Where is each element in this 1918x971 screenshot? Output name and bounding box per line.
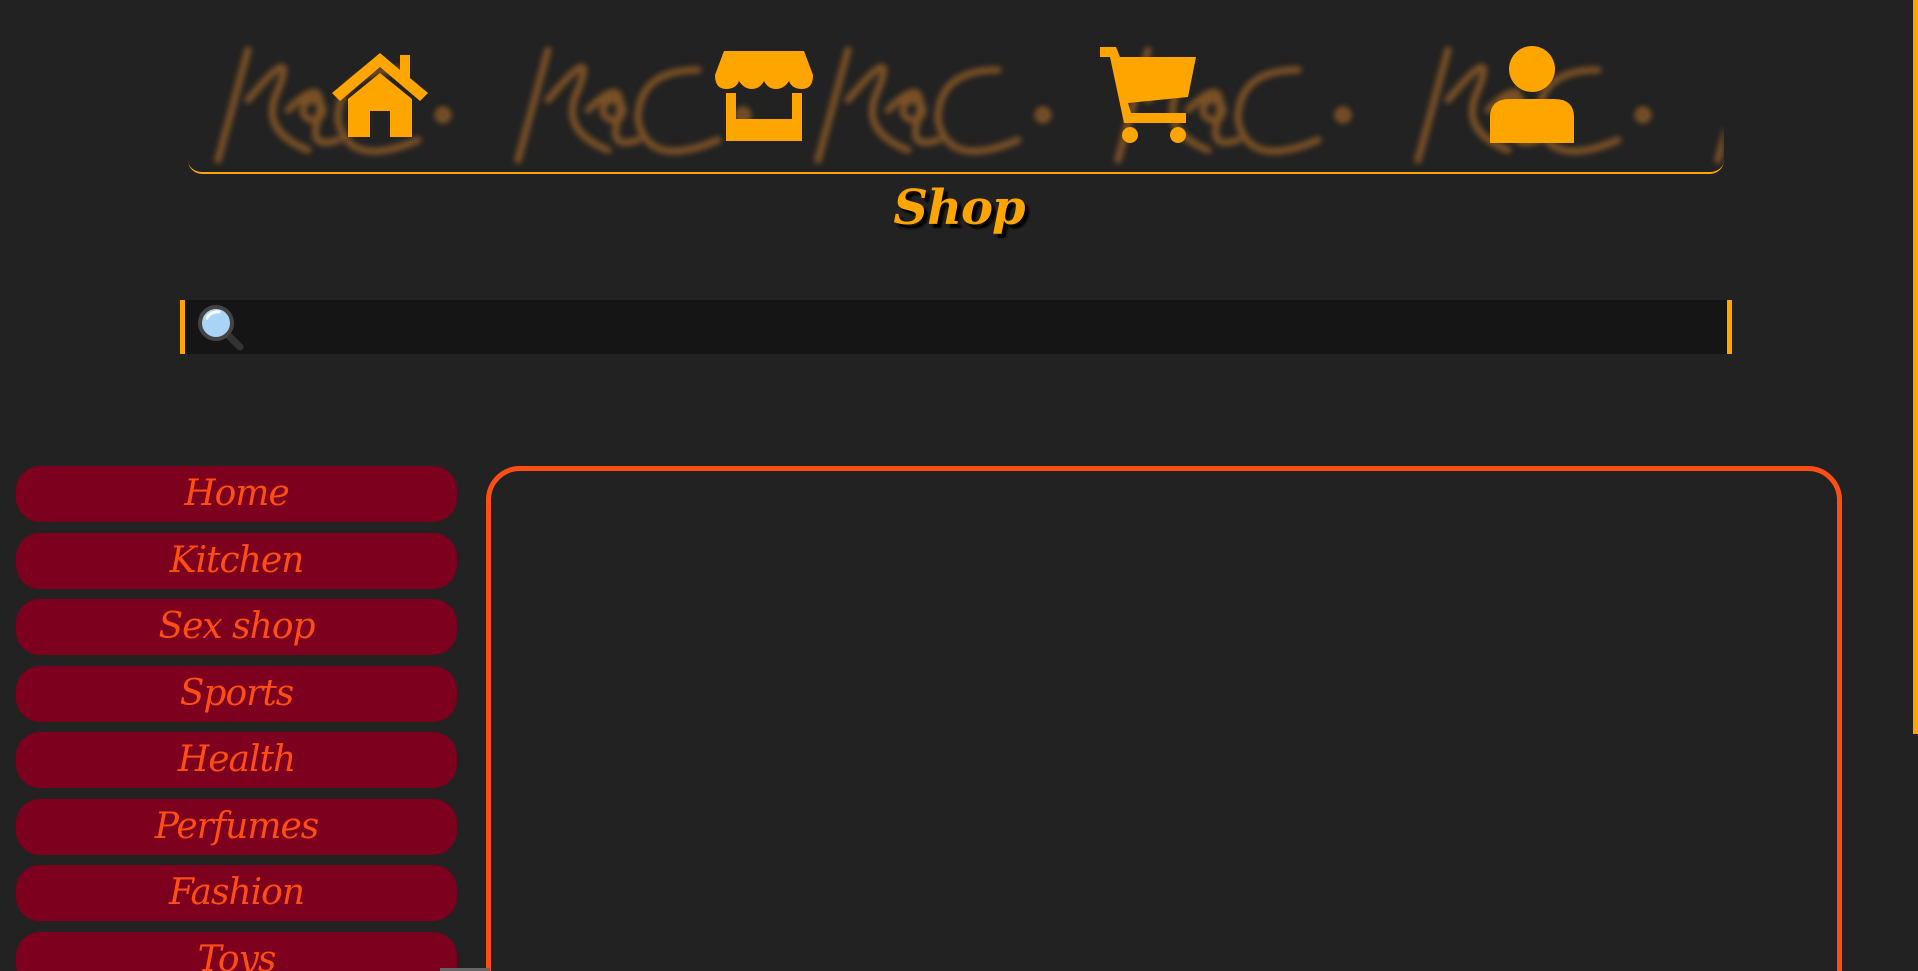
cart-icon[interactable] bbox=[1098, 45, 1198, 145]
category-fashion-button[interactable]: Fashion bbox=[16, 865, 457, 921]
category-sidebar: Home Kitchen Sex shop Sports Health Perf… bbox=[16, 466, 457, 971]
page: Shop Home Kitchen Sex shop Sports Health… bbox=[0, 0, 1918, 971]
category-health-button[interactable]: Health bbox=[16, 732, 457, 788]
category-perfumes-button[interactable]: Perfumes bbox=[16, 798, 457, 855]
magnifier-icon bbox=[193, 300, 247, 354]
category-kitchen-button[interactable]: Kitchen bbox=[16, 532, 457, 589]
product-content-panel bbox=[486, 466, 1842, 971]
page-title: Shop bbox=[893, 180, 1025, 236]
category-home-button[interactable]: Home bbox=[16, 466, 457, 522]
header-banner bbox=[188, 30, 1724, 174]
search-bar bbox=[180, 299, 1732, 355]
vertical-scrollbar[interactable] bbox=[1913, 0, 1918, 971]
store-icon[interactable] bbox=[714, 45, 814, 145]
user-icon[interactable] bbox=[1482, 45, 1582, 145]
category-sex-shop-button[interactable]: Sex shop bbox=[16, 599, 457, 655]
home-icon[interactable] bbox=[330, 45, 430, 145]
category-toys-button[interactable]: Toys bbox=[16, 931, 457, 971]
search-input[interactable] bbox=[247, 299, 1727, 355]
vertical-scrollbar-thumb[interactable] bbox=[1913, 0, 1918, 734]
category-sports-button[interactable]: Sports bbox=[16, 665, 457, 722]
